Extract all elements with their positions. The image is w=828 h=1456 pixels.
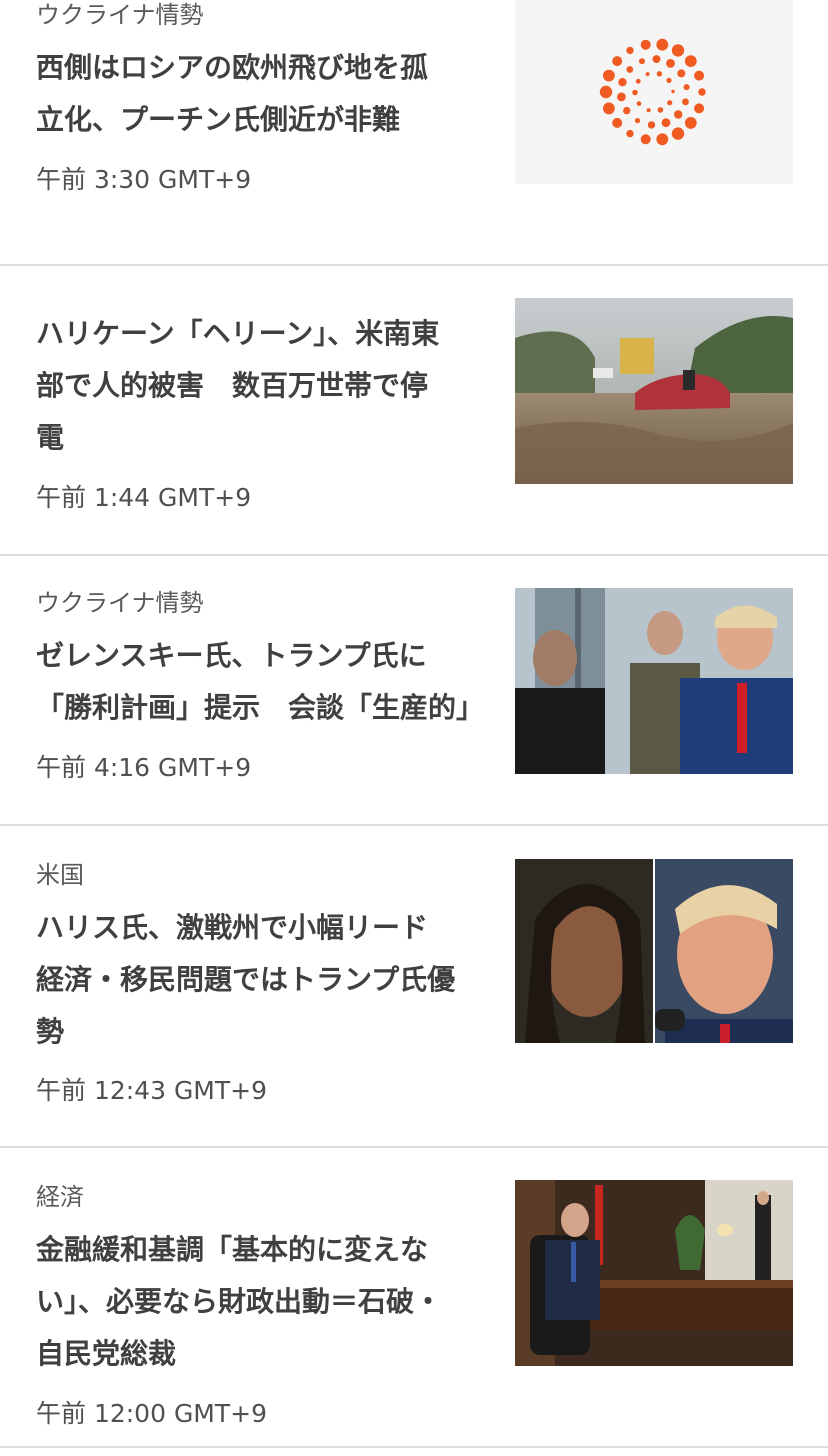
headline-line: 電 <box>36 421 65 454</box>
article-headline[interactable]: 金融緩和基調「基本的に変えな い」、必要なら財政出動＝石破・ 自民党総裁 <box>36 1224 486 1380</box>
headline-line: 勢 <box>36 1015 65 1048</box>
article-category: 経済 <box>36 1183 84 1211</box>
headline-line: ハリケーン「ヘリーン」、米南東 <box>36 317 440 350</box>
logo-dot <box>694 70 705 81</box>
logo-dot <box>667 100 673 106</box>
headline-line: 部で人的被害 数百万世帯で停 <box>36 369 429 402</box>
article-item[interactable]: ウクライナ情勢 ゼレンスキー氏、トランプ氏に 「勝利計画」提示 会談「生産的」 … <box>0 556 828 824</box>
headline-line: い」、必要なら財政出動＝石破・ <box>36 1285 443 1318</box>
harris-trump-photo <box>515 859 793 1043</box>
logo-dot <box>674 110 683 119</box>
logo-dot <box>656 133 669 146</box>
logo-dot <box>645 72 650 77</box>
article-item[interactable]: ウクライナ情勢 西側はロシアの欧州飛び地を孤 立化、プーチン氏側近が非難 午前 … <box>0 0 828 264</box>
logo-dot <box>684 55 697 67</box>
logo-dot <box>671 44 685 57</box>
zelensky-trump-photo <box>515 588 793 774</box>
article-thumbnail[interactable] <box>515 859 793 1043</box>
article-thumbnail[interactable] <box>515 298 793 484</box>
headline-line: 立化、プーチン氏側近が非難 <box>36 103 401 136</box>
article-category: ウクライナ情勢 <box>36 589 204 617</box>
logo-dot <box>661 118 671 128</box>
article-headline[interactable]: ハリケーン「ヘリーン」、米南東 部で人的被害 数百万世帯で停 電 <box>36 308 486 464</box>
logo-dot <box>656 71 663 77</box>
logo-dot <box>671 127 685 140</box>
logo-dot <box>647 121 656 129</box>
headline-line: 自民党総裁 <box>36 1337 177 1370</box>
logo-dot <box>612 56 623 67</box>
logo-dot <box>657 107 664 113</box>
logo-dot <box>634 118 641 124</box>
logo-dot <box>623 106 631 115</box>
logo-dot <box>636 101 642 106</box>
logo-dot <box>682 98 689 106</box>
logo-dot <box>635 78 641 84</box>
divider <box>0 1446 828 1448</box>
headline-line: 金融緩和基調「基本的に変えな <box>36 1233 429 1266</box>
headline-line: 「勝利計画」提示 会談「生産的」 <box>36 691 485 724</box>
headline-line: 西側はロシアの欧州飛び地を孤 <box>36 51 429 84</box>
logo-dot <box>677 69 686 78</box>
logo-dot <box>618 78 627 87</box>
logo-dot <box>612 117 623 128</box>
reuters-logo-icon <box>599 38 706 146</box>
ishiba-office-photo <box>515 1180 793 1366</box>
logo-dot <box>666 77 672 83</box>
article-thumbnail[interactable] <box>515 588 793 774</box>
article-timestamp: 午前 4:16 GMT+9 <box>36 753 252 782</box>
logo-dot <box>617 92 626 102</box>
logo-dot <box>656 38 669 51</box>
logo-dot <box>671 89 675 94</box>
logo-dot <box>646 108 651 113</box>
logo-dot <box>626 66 634 73</box>
logo-dot <box>683 84 690 91</box>
article-category: ウクライナ情勢 <box>36 1 204 29</box>
logo-dot <box>652 55 661 64</box>
article-timestamp: 午前 12:00 GMT+9 <box>36 1399 268 1428</box>
article-timestamp: 午前 3:30 GMT+9 <box>36 165 252 194</box>
article-timestamp: 午前 1:44 GMT+9 <box>36 483 252 512</box>
article-item[interactable]: 経済 金融緩和基調「基本的に変えな い」、必要なら財政出動＝石破・ 自民党総裁 … <box>0 1148 828 1446</box>
logo-dot <box>603 69 615 82</box>
article-thumbnail[interactable] <box>515 1180 793 1366</box>
headline-line: ハリス氏、激戦州で小幅リード <box>36 911 429 944</box>
article-headline[interactable]: 西側はロシアの欧州飛び地を孤 立化、プーチン氏側近が非難 <box>36 42 486 146</box>
headline-line: ゼレンスキー氏、トランプ氏に <box>36 639 427 672</box>
logo-dot <box>599 85 613 99</box>
logo-dot <box>640 39 651 50</box>
logo-dot <box>639 58 645 65</box>
logo-dot <box>684 117 697 129</box>
article-headline[interactable]: ハリス氏、激戦州で小幅リード 経済・移民問題ではトランプ氏優 勢 <box>36 902 506 1058</box>
logo-dot <box>694 103 705 114</box>
article-item[interactable]: 米国 ハリス氏、激戦州で小幅リード 経済・移民問題ではトランプ氏優 勢 午前 1… <box>0 826 828 1146</box>
logo-dot <box>698 88 706 96</box>
logo-dot <box>666 59 675 68</box>
logo-dot <box>632 89 638 96</box>
flooded-road-photo <box>515 298 793 484</box>
article-item[interactable]: ハリケーン「ヘリーン」、米南東 部で人的被害 数百万世帯で停 電 午前 1:44… <box>0 266 828 554</box>
logo-dot <box>626 129 634 138</box>
logo-dot <box>626 46 634 55</box>
logo-dot <box>603 102 615 115</box>
article-headline[interactable]: ゼレンスキー氏、トランプ氏に 「勝利計画」提示 会談「生産的」 <box>36 630 506 734</box>
headline-line: 経済・移民問題ではトランプ氏優 <box>36 963 456 996</box>
logo-dot <box>640 134 651 145</box>
article-timestamp: 午前 12:43 GMT+9 <box>36 1076 268 1105</box>
article-category: 米国 <box>36 861 84 889</box>
article-thumbnail[interactable] <box>515 0 793 184</box>
